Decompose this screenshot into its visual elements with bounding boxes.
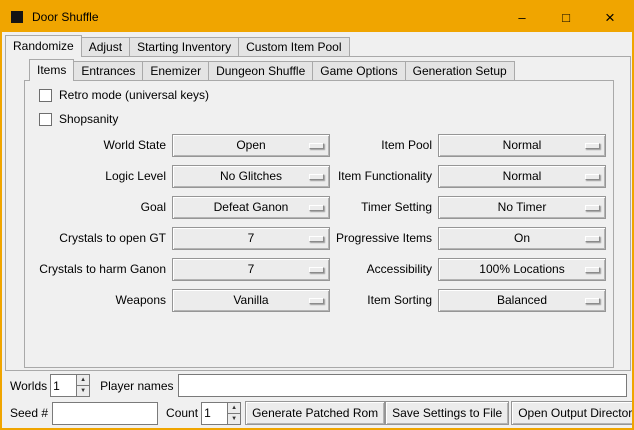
count-input[interactable] [201,402,227,425]
item-sorting-value: Balanced [439,290,605,311]
progressive-items-label: Progressive Items [308,227,432,250]
caption-buttons: – □ × [500,2,632,32]
tab-generation-setup[interactable]: Generation Setup [405,61,515,80]
seed-input[interactable] [52,402,158,425]
count-spinner-buttons: ▲ ▼ [227,402,241,425]
app-icon [11,11,23,23]
tab-entrances[interactable]: Entrances [73,61,143,80]
tab-dungeon-shuffle[interactable]: Dungeon Shuffle [208,61,313,80]
accessibility-dropdown[interactable]: 100% Locations [438,258,606,281]
crystals-harm-ganon-label: Crystals to harm Ganon [6,258,166,281]
spinner-up-icon[interactable]: ▲ [76,374,90,386]
logic-level-label: Logic Level [6,165,166,188]
world-state-dropdown[interactable]: Open [172,134,330,157]
dropdown-indicator-icon [585,143,600,149]
spinner-down-icon[interactable]: ▼ [76,386,90,397]
form-row-1: World State Open Item Pool Normal [2,134,632,157]
actions-row: Seed # Count ▲ ▼ Generate Patched Rom Sa… [10,401,627,425]
form-row-5: Crystals to harm Ganon 7 Accessibility 1… [2,258,632,281]
shopsanity-row: Shopsanity [39,112,118,126]
worlds-spinner-buttons: ▲ ▼ [76,374,90,397]
worlds-label: Worlds [10,379,47,393]
logic-level-dropdown[interactable]: No Glitches [172,165,330,188]
spinner-down-icon[interactable]: ▼ [227,414,241,425]
goal-label: Goal [6,196,166,219]
dropdown-indicator-icon [585,298,600,304]
crystals-open-gt-label: Crystals to open GT [6,227,166,250]
item-sorting-dropdown[interactable]: Balanced [438,289,606,312]
progressive-items-dropdown[interactable]: On [438,227,606,250]
tab-enemizer[interactable]: Enemizer [142,61,209,80]
tab-starting-inventory[interactable]: Starting Inventory [129,37,239,56]
tab-items[interactable]: Items [29,59,74,81]
save-settings-button[interactable]: Save Settings to File [385,401,509,425]
tab-randomize[interactable]: Randomize [5,35,82,57]
dropdown-indicator-icon [585,205,600,211]
app-window: Door Shuffle – □ × Randomize Adjust Star… [0,0,634,430]
close-button[interactable]: × [588,2,632,32]
worlds-input[interactable] [50,374,76,397]
retro-mode-row: Retro mode (universal keys) [39,88,209,102]
item-functionality-label: Item Functionality [308,165,432,188]
window-title: Door Shuffle [32,10,99,24]
form-row-3: Goal Defeat Ganon Timer Setting No Timer [2,196,632,219]
tab-custom-item-pool[interactable]: Custom Item Pool [238,37,349,56]
crystals-harm-ganon-value: 7 [173,259,329,280]
accessibility-value: 100% Locations [439,259,605,280]
maximize-icon: □ [562,11,570,24]
form-row-4: Crystals to open GT 7 Progressive Items … [2,227,632,250]
minimize-button[interactable]: – [500,2,544,32]
count-label: Count [166,406,198,420]
dropdown-indicator-icon [585,236,600,242]
retro-mode-checkbox[interactable] [39,89,52,102]
crystals-open-gt-value: 7 [173,228,329,249]
accessibility-label: Accessibility [308,258,432,281]
item-pool-value: Normal [439,135,605,156]
player-names-label: Player names [100,379,173,393]
count-spinner: ▲ ▼ [201,402,241,425]
worlds-row: Worlds ▲ ▼ Player names [10,374,627,397]
generate-patched-rom-button[interactable]: Generate Patched Rom [245,401,385,425]
shopsanity-label: Shopsanity [59,112,118,126]
form-row-6: Weapons Vanilla Item Sorting Balanced [2,289,632,312]
goal-dropdown[interactable]: Defeat Ganon [172,196,330,219]
item-pool-dropdown[interactable]: Normal [438,134,606,157]
timer-setting-dropdown[interactable]: No Timer [438,196,606,219]
item-functionality-dropdown[interactable]: Normal [438,165,606,188]
dropdown-indicator-icon [585,174,600,180]
seed-label: Seed # [10,406,48,420]
player-names-input[interactable] [178,374,628,397]
sub-tab-bar: Items Entrances Enemizer Dungeon Shuffle… [29,59,515,81]
item-pool-label: Item Pool [308,134,432,157]
world-state-value: Open [173,135,329,156]
timer-setting-label: Timer Setting [308,196,432,219]
titlebar[interactable]: Door Shuffle – □ × [2,2,632,32]
spinner-up-icon[interactable]: ▲ [227,402,241,414]
worlds-spinner: ▲ ▼ [50,374,90,397]
logic-level-value: No Glitches [173,166,329,187]
crystals-open-gt-dropdown[interactable]: 7 [172,227,330,250]
weapons-label: Weapons [6,289,166,312]
shopsanity-checkbox[interactable] [39,113,52,126]
crystals-harm-ganon-dropdown[interactable]: 7 [172,258,330,281]
progressive-items-value: On [439,228,605,249]
timer-setting-value: No Timer [439,197,605,218]
form-row-2: Logic Level No Glitches Item Functionali… [2,165,632,188]
close-icon: × [605,9,615,26]
minimize-icon: – [518,11,525,24]
main-tab-bar: Randomize Adjust Starting Inventory Cust… [5,35,350,57]
retro-mode-label: Retro mode (universal keys) [59,88,209,102]
dropdown-indicator-icon [585,267,600,273]
item-sorting-label: Item Sorting [308,289,432,312]
open-output-directory-button[interactable]: Open Output Directory [511,401,634,425]
tab-adjust[interactable]: Adjust [81,37,130,56]
tab-game-options[interactable]: Game Options [312,61,405,80]
weapons-dropdown[interactable]: Vanilla [172,289,330,312]
item-functionality-value: Normal [439,166,605,187]
maximize-button[interactable]: □ [544,2,588,32]
weapons-value: Vanilla [173,290,329,311]
world-state-label: World State [6,134,166,157]
goal-value: Defeat Ganon [173,197,329,218]
